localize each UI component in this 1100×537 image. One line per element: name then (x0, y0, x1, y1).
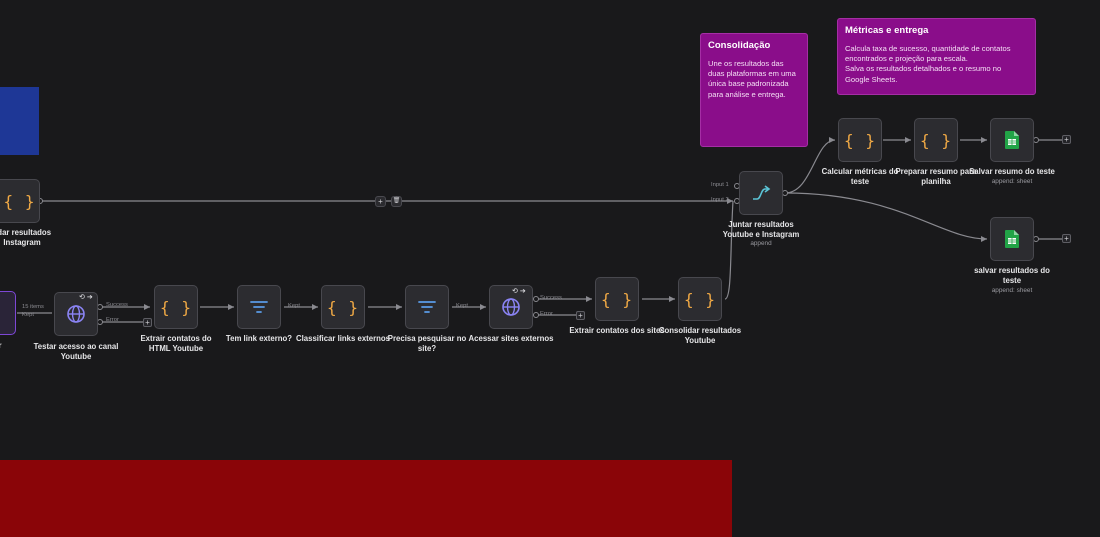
node-status-icons: ⟲ ➔ (512, 287, 526, 295)
node-status-icons: ⟲ ➔ (79, 293, 93, 301)
node-label: Juntar resultados Youtube e Instagram (722, 220, 800, 239)
node-salvar-resumo[interactable] (990, 118, 1034, 162)
delete-connection-button[interactable]: 🗑 (391, 196, 402, 207)
node-consolidar-instagram[interactable]: { } (0, 179, 40, 223)
node-label: Consolidar resultados Youtube (658, 326, 742, 345)
node-extrair-sites[interactable]: { } (595, 277, 639, 321)
success-port-label: Success (106, 302, 128, 308)
arrow-icon: ➔ (86, 294, 93, 301)
node-salvar-resultados[interactable] (990, 217, 1034, 261)
node-classificar-links[interactable]: { } (321, 285, 365, 329)
code-icon: { } (327, 297, 359, 317)
node-calcular-metricas[interactable]: { } (838, 118, 882, 162)
note-metricas[interactable]: Métricas e entrega Calcula taxa de suces… (837, 18, 1036, 95)
code-icon: { } (160, 297, 192, 317)
note-text: Calcula taxa de sucesso, quantidade de c… (845, 44, 1011, 84)
input2-port-label: Input 2 (711, 197, 729, 203)
refresh-icon: ⟲ (79, 294, 85, 301)
error-port-label: Error (540, 311, 553, 317)
node-label: Acessar sites externos (468, 334, 554, 343)
wire-merge-to-salvar-resultados (784, 192, 988, 240)
node-acessar-sites[interactable] (489, 285, 533, 329)
node-juntar[interactable] (739, 171, 783, 215)
input1-port-label: Input 1 (711, 182, 729, 188)
red-sticky-note[interactable] (0, 460, 732, 537)
refresh-icon: ⟲ (512, 288, 518, 295)
wire-consolidar-to-merge (724, 200, 734, 300)
google-sheets-icon (1005, 230, 1019, 248)
node-precisa-pesquisar[interactable] (405, 285, 449, 329)
node-subtitle: append (750, 240, 772, 247)
note-text: Une os resultados das duas plataformas e… (708, 59, 796, 99)
trash-icon: 🗑 (392, 198, 401, 204)
kept-port-label: Kept (22, 312, 34, 318)
workflow-canvas[interactable]: Consolidação Une os resultados das duas … (0, 0, 1100, 537)
arrow-icon: ➔ (519, 288, 526, 295)
code-icon: { } (3, 191, 36, 211)
note-title: Métricas e entrega (845, 25, 929, 36)
add-node-button[interactable]: + (1062, 135, 1071, 144)
filter-icon (418, 301, 436, 313)
add-node-on-connection-button[interactable]: + (375, 196, 386, 207)
success-port-label: Success (540, 295, 562, 301)
code-icon: { } (920, 130, 952, 150)
node-label: Salvar resumo do teste (969, 167, 1055, 176)
code-icon: { } (684, 289, 716, 309)
globe-icon (502, 298, 520, 316)
node-preparar-resumo[interactable]: { } (914, 118, 958, 162)
note-consolidacao[interactable]: Consolidação Une os resultados das duas … (700, 33, 808, 147)
add-node-button[interactable]: + (1062, 234, 1071, 243)
error-port-label: Error (106, 317, 119, 323)
kept-port-label: Kept (288, 303, 300, 309)
node-subtitle: append: sheet (991, 287, 1033, 294)
node-consolidar-youtube[interactable]: { } (678, 277, 722, 321)
split-icon (0, 306, 1, 320)
add-node-button[interactable]: + (143, 318, 152, 327)
node-extrair-html[interactable]: { } (154, 285, 198, 329)
node-label: lidar resultados Instagram (0, 228, 52, 247)
merge-icon (753, 185, 771, 200)
node-subtitle: append: sheet (991, 178, 1033, 185)
google-sheets-icon (1005, 131, 1019, 149)
node-label: salvar resultados do teste (974, 266, 1050, 285)
filter-icon (250, 301, 268, 313)
items-count-label: 15 items (22, 304, 44, 310)
add-node-button[interactable]: + (576, 311, 585, 320)
code-icon: { } (844, 130, 876, 150)
kept-port-label: Kept (456, 303, 468, 309)
node-left-cut[interactable] (0, 291, 16, 335)
note-title: Consolidação (708, 40, 771, 51)
node-label: Testar acesso ao canal Youtube (33, 342, 119, 361)
node-tem-link[interactable] (237, 285, 281, 329)
globe-icon (67, 305, 85, 323)
blue-sticky-note[interactable] (0, 87, 39, 155)
code-icon: { } (601, 289, 633, 309)
